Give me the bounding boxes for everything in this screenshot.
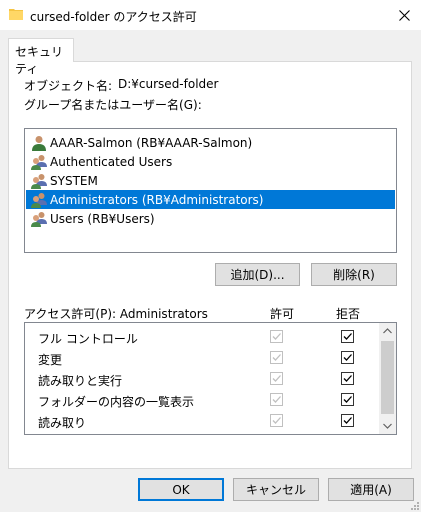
permission-row: フォルダーの内容の一覧表示 <box>25 390 379 411</box>
chevron-down-icon[interactable] <box>383 423 392 429</box>
title-bar: cursed-folder のアクセス許可 <box>0 0 421 30</box>
close-icon <box>398 9 410 21</box>
allow-checkbox <box>270 414 283 427</box>
list-item-selected[interactable]: Administrators (RB¥Administrators) <box>26 190 395 209</box>
list-item-label: Users (RB¥Users) <box>50 211 155 226</box>
allow-checkbox <box>270 393 283 406</box>
object-name-value: D:¥cursed-folder <box>118 77 219 91</box>
folder-icon <box>9 9 23 20</box>
vertical-scrollbar[interactable] <box>379 323 396 434</box>
list-item[interactable]: Authenticated Users <box>26 152 395 171</box>
group-icon <box>31 173 47 189</box>
deny-checkbox[interactable] <box>341 330 354 343</box>
apply-button[interactable]: 適用(A) <box>328 478 414 501</box>
principals-list[interactable]: AAAR-Salmon (RB¥AAAR-Salmon) Authenticat… <box>24 128 397 253</box>
chevron-up-icon[interactable] <box>383 328 392 334</box>
ok-button[interactable]: OK <box>138 478 224 501</box>
group-icon <box>31 192 47 208</box>
check-icon <box>343 354 352 361</box>
permission-name: 読み取りと実行 <box>38 374 123 388</box>
remove-button[interactable]: 削除(R) <box>311 263 397 286</box>
tab-security[interactable]: セキュリティ <box>8 38 74 76</box>
check-icon <box>343 375 352 382</box>
permission-name: フォルダーの内容の一覧表示 <box>38 395 195 409</box>
list-item[interactable]: Users (RB¥Users) <box>26 209 395 228</box>
principals-label: グループ名またはユーザー名(G): <box>24 98 202 112</box>
check-icon <box>272 375 281 382</box>
list-item-label: Authenticated Users <box>50 154 173 169</box>
list-item-label: AAAR-Salmon (RB¥AAAR-Salmon) <box>50 135 253 150</box>
cancel-button[interactable]: キャンセル <box>233 478 319 501</box>
allow-checkbox <box>270 372 283 385</box>
allow-checkbox <box>270 351 283 364</box>
permission-name: フル コントロール <box>38 332 138 346</box>
close-button[interactable] <box>387 0 421 30</box>
resize-grip-icon[interactable] <box>409 500 419 510</box>
permission-row: 読み取り <box>25 411 379 432</box>
deny-header: 拒否 <box>336 307 361 321</box>
group-icon <box>31 211 47 227</box>
permission-row: 変更 <box>25 348 379 369</box>
check-icon <box>272 396 281 403</box>
check-icon <box>343 396 352 403</box>
deny-checkbox[interactable] <box>341 372 354 385</box>
permission-name: 変更 <box>38 353 63 367</box>
check-icon <box>272 333 281 340</box>
check-icon <box>272 417 281 424</box>
list-item[interactable]: AAAR-Salmon (RB¥AAAR-Salmon) <box>26 133 395 152</box>
permissions-list: フル コントロール 変更 読み取りと実行 フォルダーの内容の一覧表示 読み取り <box>24 322 397 435</box>
group-icon <box>31 154 47 170</box>
object-name-label: オブジェクト名: <box>24 79 113 93</box>
add-button[interactable]: 追加(D)... <box>215 263 300 286</box>
user-icon <box>32 135 46 151</box>
window-title: cursed-folder のアクセス許可 <box>30 10 197 24</box>
list-item-label: SYSTEM <box>50 173 98 188</box>
check-icon <box>343 333 352 340</box>
deny-checkbox[interactable] <box>341 393 354 406</box>
allow-checkbox <box>270 330 283 343</box>
check-icon <box>343 417 352 424</box>
list-item[interactable]: SYSTEM <box>26 171 395 190</box>
permission-name: 読み取り <box>38 416 87 430</box>
allow-header: 許可 <box>270 307 295 321</box>
check-icon <box>272 354 281 361</box>
deny-checkbox[interactable] <box>341 351 354 364</box>
list-item-label: Administrators (RB¥Administrators) <box>50 192 264 207</box>
permission-row: 読み取りと実行 <box>25 369 379 390</box>
scrollbar-thumb[interactable] <box>381 341 394 414</box>
deny-checkbox[interactable] <box>341 414 354 427</box>
permissions-label: アクセス許可(P): Administrators <box>24 307 208 321</box>
permission-row: フル コントロール <box>25 327 379 348</box>
